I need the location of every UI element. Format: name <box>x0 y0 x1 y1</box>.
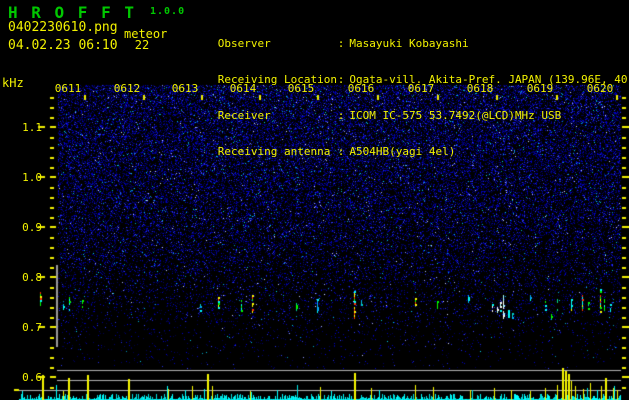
x-tick-label-0619: 0619 <box>526 82 554 95</box>
info-separator: : <box>337 73 345 86</box>
info-value: Masayuki Kobayashi <box>349 37 469 50</box>
info-row-location: Receiving Location: Ogata-vill. Akita-Pre… <box>178 62 629 86</box>
info-value: ICOM IC-575 53.7492(@LCD)MHz USB <box>349 109 562 122</box>
x-tick-label-0612: 0612 <box>113 82 141 95</box>
x-tick-label-0614: 0614 <box>229 82 257 95</box>
x-tick-label-0617: 0617 <box>407 82 435 95</box>
output-filename: 0402230610.png <box>8 20 118 35</box>
info-label: Receiver <box>217 109 271 122</box>
y-tick-label-0.9: 0.9 <box>22 221 42 234</box>
echo-count: 22 <box>134 38 150 52</box>
y-tick-label-1.1: 1.1 <box>22 121 42 134</box>
x-tick-label-0616: 0616 <box>347 82 375 95</box>
info-row-receiver: Receiver: ICOM IC-575 53.7492(@LCD)MHz US… <box>178 98 629 122</box>
info-label: Receiving antenna <box>217 145 331 158</box>
x-tick-label-0611: 0611 <box>54 82 82 95</box>
info-separator: : <box>337 109 345 122</box>
info-row-antenna: Receiving antenna: A504HB(yagi 4el) <box>178 134 629 158</box>
x-tick-label-0615: 0615 <box>287 82 315 95</box>
y-tick-label-0.6: 0.6 <box>22 371 42 384</box>
info-separator: : <box>337 145 345 158</box>
hrofft-output: H R O F F T 1.0.0 0402230610.png meteor … <box>0 0 629 400</box>
y-tick-label-0.7: 0.7 <box>22 321 42 334</box>
observation-datetime: 04.02.23 06:10 <box>8 38 118 53</box>
info-label: Observer <box>217 37 271 50</box>
info-row-observer: Observer: Masayuki Kobayashi <box>178 26 629 50</box>
x-tick-label-0620: 0620 <box>586 82 614 95</box>
info-value: A504HB(yagi 4el) <box>349 145 456 158</box>
y-tick-label-0.8: 0.8 <box>22 271 42 284</box>
x-tick-label-0618: 0618 <box>466 82 494 95</box>
info-separator: : <box>337 37 345 50</box>
frequency-unit-label: kHz <box>2 76 24 90</box>
x-tick-label-0613: 0613 <box>171 82 199 95</box>
y-tick-label-1.0: 1.0 <box>22 171 42 184</box>
